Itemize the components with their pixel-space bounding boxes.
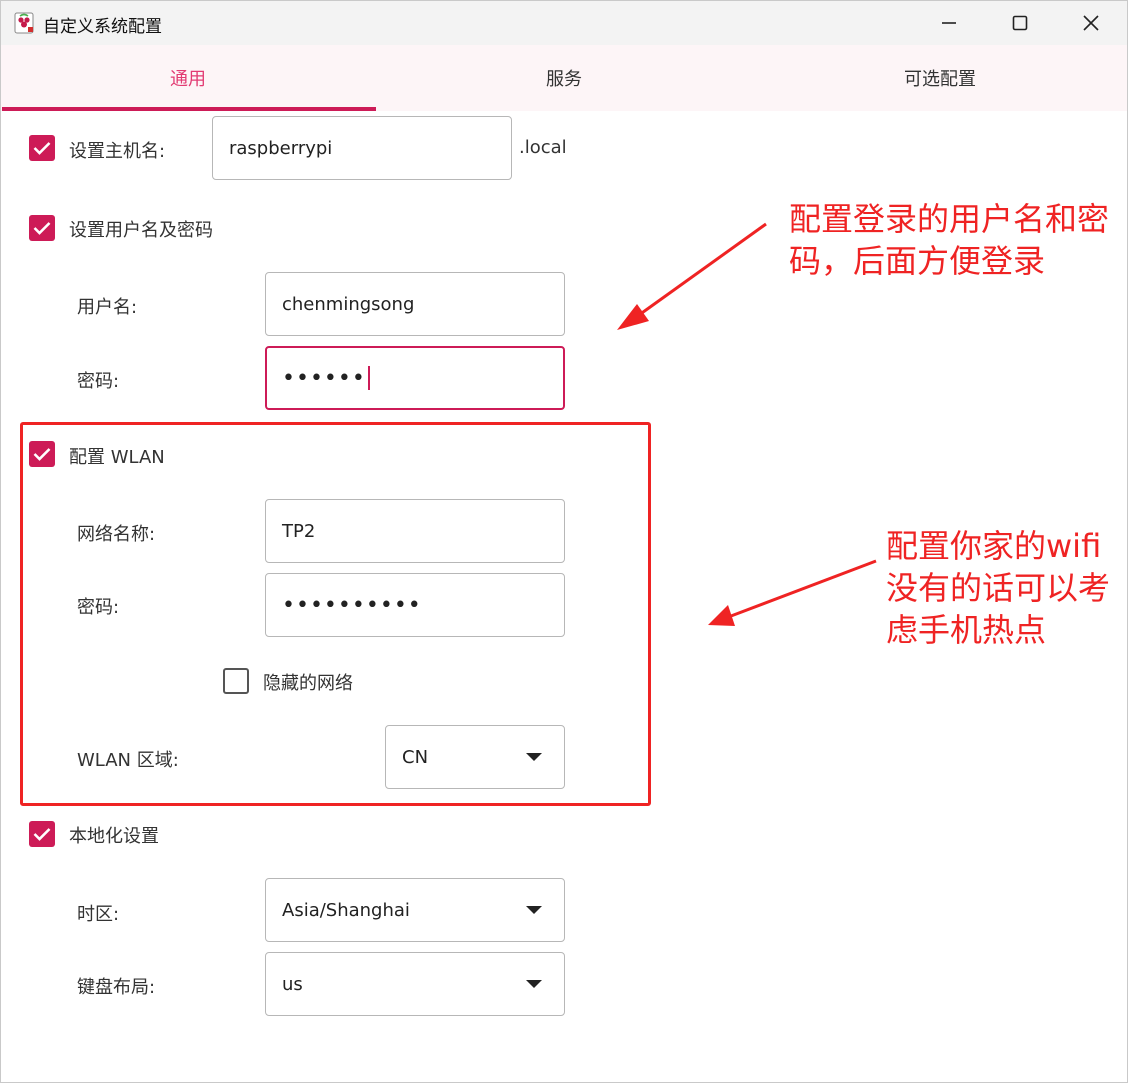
wifi-annotation-line3: 虑手机热点	[886, 611, 1047, 649]
wifi-annotation: 配置你家的wifi 没有的话可以考 虑手机热点	[886, 525, 1110, 651]
wifi-annotation-line2: 没有的话可以考	[886, 569, 1111, 607]
user-annotation: 配置登录的用户名和密 码，后面方便登录	[789, 198, 1109, 282]
user-annotation-line2: 码，后面方便登录	[789, 242, 1046, 280]
arrow-icon	[617, 222, 767, 330]
user-annotation-line1: 配置登录的用户名和密	[789, 200, 1110, 238]
settings-window: 自定义系统配置 通用 服务 可选配置 设置主机名: raspberrypi .l…	[0, 0, 1128, 1083]
arrow-icon	[708, 559, 877, 626]
wifi-annotation-line1: 配置你家的wifi	[886, 527, 1102, 565]
